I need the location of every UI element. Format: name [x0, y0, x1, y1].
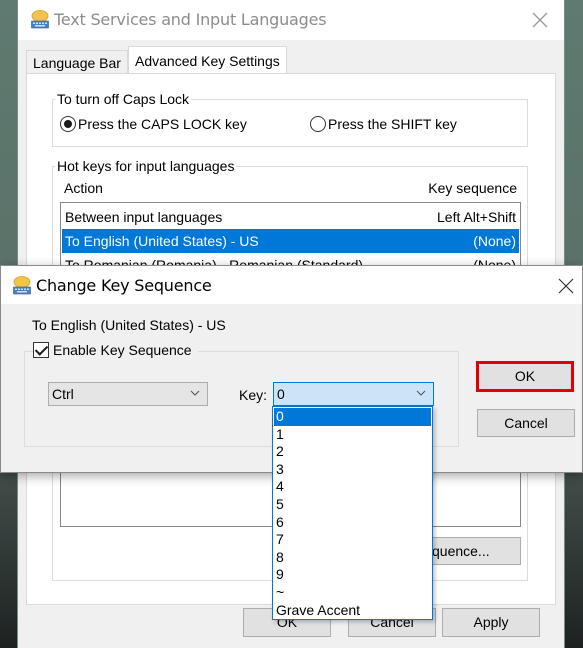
keyboard-bubble-icon [13, 276, 31, 295]
dropdown-option[interactable]: 7 [274, 531, 431, 549]
dialog-cancel-button[interactable]: Cancel [477, 409, 575, 437]
enable-key-sequence-checkbox[interactable]: Enable Key Sequence [33, 342, 198, 358]
hotkeys-group-legend: Hot keys for input languages [55, 158, 237, 174]
list-item[interactable]: Between input languages Left Alt+Shift [62, 205, 519, 229]
dropdown-option[interactable]: 3 [274, 461, 431, 479]
caps-lock-group-legend: To turn off Caps Lock [55, 91, 192, 107]
dropdown-option[interactable]: 6 [274, 514, 431, 532]
dialog-ok-button[interactable]: OK [476, 361, 574, 392]
dropdown-option[interactable]: Grave Accent [274, 602, 431, 620]
combo-value: Ctrl [52, 386, 74, 402]
chevron-down-icon [190, 390, 200, 396]
keyboard-bubble-icon [31, 10, 49, 29]
row-key-sequence: (None) [473, 233, 516, 249]
radio-button-checked[interactable] [60, 116, 76, 132]
radio-button-unchecked[interactable] [310, 116, 326, 132]
dialog-title: Change Key Sequence [36, 276, 212, 295]
apply-button[interactable]: Apply [442, 608, 540, 637]
dropdown-option[interactable]: 2 [274, 443, 431, 461]
close-icon[interactable] [556, 274, 576, 296]
close-icon[interactable] [530, 8, 550, 30]
target-language-label: To English (United States) - US [32, 317, 226, 333]
column-header-action: Action [64, 180, 103, 196]
radio-caps-lock[interactable]: Press the CAPS LOCK key [60, 116, 247, 132]
tab-advanced-key-settings[interactable]: Advanced Key Settings [128, 46, 287, 74]
dropdown-option[interactable]: 9 [274, 566, 431, 584]
key-dropdown-list[interactable]: 0 1 2 3 4 5 6 7 8 9 ~ Grave Accent [272, 406, 433, 620]
checkbox-label: Enable Key Sequence [53, 342, 192, 358]
dropdown-option[interactable]: ~ [274, 584, 431, 602]
main-title-bar: Text Services and Input Languages [18, 0, 564, 40]
checkbox-checked[interactable] [33, 342, 49, 358]
row-action: To English (United States) - US [65, 233, 259, 249]
dropdown-option[interactable]: 8 [274, 549, 431, 567]
window-title: Text Services and Input Languages [54, 10, 327, 29]
modifier-combo[interactable]: Ctrl [48, 382, 208, 406]
key-combo[interactable]: 0 [273, 382, 434, 406]
row-action: Between input languages [65, 209, 223, 225]
dialog-title-bar: Change Key Sequence [1, 266, 582, 304]
chevron-down-icon [416, 390, 426, 396]
dropdown-option[interactable]: 1 [274, 426, 431, 444]
dropdown-option[interactable]: 4 [274, 478, 431, 496]
radio-label: Press the SHIFT key [328, 116, 457, 132]
button-label: quence... [432, 543, 490, 559]
dropdown-option[interactable]: 5 [274, 496, 431, 514]
radio-label: Press the CAPS LOCK key [78, 116, 247, 132]
list-item-selected[interactable]: To English (United States) - US (None) [62, 229, 519, 253]
key-label: Key: [239, 387, 268, 403]
radio-shift[interactable]: Press the SHIFT key [310, 116, 457, 132]
row-key-sequence: Left Alt+Shift [437, 209, 516, 225]
dropdown-option-selected[interactable]: 0 [274, 408, 431, 426]
tab-language-bar[interactable]: Language Bar [26, 50, 128, 74]
column-header-key-sequence: Key sequence [428, 180, 517, 196]
combo-value: 0 [277, 386, 285, 402]
